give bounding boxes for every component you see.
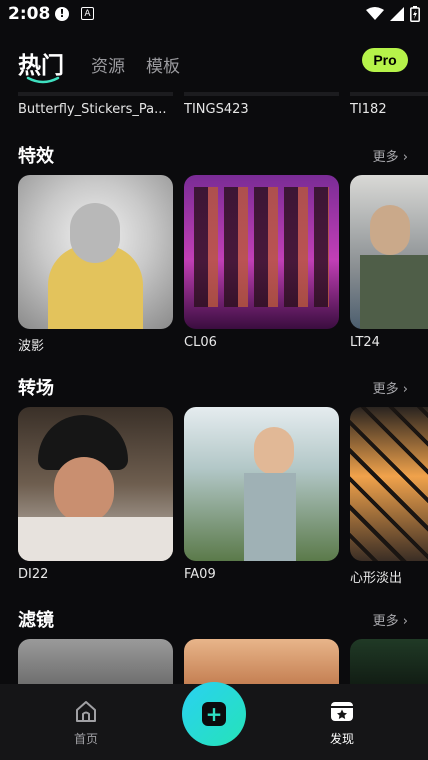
card-label: 波影 bbox=[18, 339, 45, 354]
prev-item-label[interactable]: TINGS423 bbox=[184, 102, 249, 117]
section-title-transitions: 转场 bbox=[18, 378, 54, 399]
transition-card-fa09[interactable] bbox=[184, 407, 339, 561]
card-label: LT24 bbox=[350, 335, 380, 350]
card-art bbox=[194, 187, 329, 307]
tab-resources[interactable]: 资源 bbox=[91, 52, 125, 77]
card-art bbox=[350, 407, 428, 561]
discover-icon bbox=[331, 702, 353, 721]
filter-card-2[interactable] bbox=[184, 639, 339, 689]
card-art bbox=[18, 517, 173, 561]
prev-item-label[interactable]: Butterfly_Stickers_Pa... bbox=[18, 102, 178, 117]
card-art bbox=[70, 203, 120, 263]
tab-hot[interactable]: 热门 bbox=[18, 46, 64, 80]
alert-icon: ! bbox=[55, 7, 69, 21]
prev-card-edge bbox=[184, 92, 339, 96]
nav-home-label: 首页 bbox=[73, 732, 98, 746]
nav-discover-label: 发现 bbox=[329, 732, 354, 746]
fab-inner: + bbox=[202, 702, 226, 726]
transition-card-heart-fade[interactable] bbox=[350, 407, 428, 561]
filter-card-3[interactable] bbox=[350, 639, 428, 689]
prev-item-label[interactable]: TI182 bbox=[350, 102, 387, 117]
chevron-right-icon: › bbox=[402, 614, 408, 629]
prev-card-edge bbox=[18, 92, 173, 96]
card-label: FA09 bbox=[184, 567, 216, 582]
chevron-right-icon: › bbox=[402, 150, 408, 165]
top-tab-bar: 热门 资源 模板 Pro bbox=[0, 42, 428, 90]
app-a-icon: A bbox=[81, 7, 94, 20]
prev-card-edge bbox=[350, 92, 428, 96]
tab-templates[interactable]: 模板 bbox=[146, 52, 180, 77]
section-title-effects: 特效 bbox=[18, 146, 54, 167]
filter-card-1[interactable] bbox=[18, 639, 173, 689]
active-tab-indicator bbox=[26, 76, 60, 84]
previous-row: Butterfly_Stickers_Pa... TINGS423 TI182 bbox=[0, 92, 428, 132]
effect-card-cl06[interactable] bbox=[184, 175, 339, 329]
more-link-effects[interactable]: 更多 › bbox=[373, 146, 408, 165]
more-label: 更多 bbox=[372, 382, 399, 397]
more-label: 更多 bbox=[372, 150, 399, 165]
create-fab-button[interactable]: + bbox=[182, 682, 246, 746]
nav-home[interactable]: 首页 bbox=[56, 698, 116, 747]
home-icon bbox=[76, 701, 96, 722]
chevron-right-icon: › bbox=[402, 382, 408, 397]
more-link-filters[interactable]: 更多 › bbox=[373, 610, 408, 629]
card-art bbox=[54, 457, 114, 523]
card-label: CL06 bbox=[184, 335, 217, 350]
more-label: 更多 bbox=[372, 614, 399, 629]
transition-card-di22[interactable] bbox=[18, 407, 173, 561]
card-art bbox=[254, 427, 294, 475]
card-label: DI22 bbox=[18, 567, 49, 582]
card-art bbox=[370, 205, 410, 255]
pro-button[interactable]: Pro bbox=[362, 48, 408, 72]
effect-card-lt24[interactable] bbox=[350, 175, 428, 329]
card-art bbox=[244, 473, 296, 561]
more-link-transitions[interactable]: 更多 › bbox=[373, 378, 408, 397]
effect-card-bo-ying[interactable] bbox=[18, 175, 173, 329]
status-time: 2:08 bbox=[8, 4, 51, 24]
wifi-icon bbox=[366, 7, 384, 20]
card-art bbox=[360, 255, 428, 329]
section-title-filters: 滤镜 bbox=[18, 610, 54, 631]
plus-icon: + bbox=[205, 702, 223, 726]
signal-icon bbox=[390, 7, 404, 21]
card-label: 心形淡出 bbox=[350, 571, 403, 586]
status-bar: 2:08 ! A bbox=[0, 0, 428, 30]
nav-discover[interactable]: 发现 bbox=[312, 698, 372, 747]
battery-icon bbox=[410, 6, 420, 22]
